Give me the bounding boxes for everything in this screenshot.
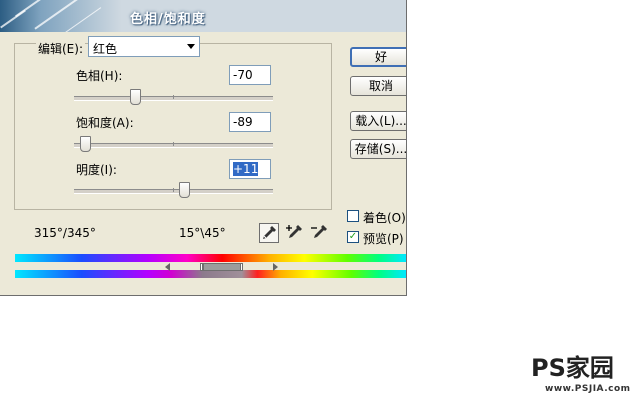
eyedropper-minus-icon[interactable] xyxy=(311,223,331,243)
title-bar[interactable]: 色相/饱和度 xyxy=(0,0,406,32)
saturation-value: -89 xyxy=(233,115,253,129)
range-selection-bar[interactable] xyxy=(203,263,241,271)
range-left-readout: 315°/345° xyxy=(34,226,96,240)
eyedropper-glyph xyxy=(263,226,276,239)
hue-saturation-dialog: 色相/饱和度 编辑(E): 红色 色相(H): -70 饱和度(A): -89 … xyxy=(0,0,407,296)
hue-slider-thumb[interactable] xyxy=(129,89,141,105)
ok-button[interactable]: 好 xyxy=(350,47,406,67)
saturation-slider-thumb[interactable] xyxy=(79,136,91,152)
save-button[interactable]: 存储(S)... xyxy=(350,139,406,159)
eyedropper-icon[interactable] xyxy=(259,223,279,243)
edit-channel-select[interactable]: 红色 xyxy=(88,36,200,57)
watermark-url: www.PSJIA.com xyxy=(545,384,631,394)
load-button[interactable]: 载入(L)... xyxy=(350,111,406,131)
eyedropper-plus-glyph xyxy=(286,225,302,238)
lightness-center-tick xyxy=(173,188,174,192)
cancel-button[interactable]: 取消 xyxy=(350,76,406,96)
lightness-slider-thumb[interactable] xyxy=(179,182,191,198)
lightness-label: 明度(I): xyxy=(76,163,117,177)
colorize-checkbox[interactable] xyxy=(347,210,359,222)
eyedropper-minus-glyph xyxy=(311,225,327,238)
input-spectrum-bar xyxy=(15,254,406,262)
preview-label: 预览(P) xyxy=(363,232,404,246)
saturation-input[interactable]: -89 xyxy=(229,112,271,132)
lightness-input[interactable]: +11 xyxy=(229,159,271,179)
hue-label: 色相(H): xyxy=(76,69,123,83)
range-end-handle[interactable] xyxy=(240,263,243,271)
hue-value: -70 xyxy=(233,68,253,82)
range-falloff-right-handle[interactable] xyxy=(273,263,278,271)
edit-label: 编辑(E): xyxy=(36,40,85,57)
window-title: 色相/饱和度 xyxy=(130,12,206,27)
title-decoration xyxy=(63,7,102,32)
edit-channel-value: 红色 xyxy=(93,42,118,56)
watermark-text: PS家园 xyxy=(531,354,614,382)
hue-center-tick xyxy=(173,95,174,99)
title-decoration xyxy=(0,9,26,29)
saturation-label: 饱和度(A): xyxy=(76,116,134,130)
edit-group xyxy=(14,43,332,210)
lightness-value: +11 xyxy=(233,162,259,176)
hue-input[interactable]: -70 xyxy=(229,65,271,85)
saturation-center-tick xyxy=(173,142,174,146)
eyedropper-plus-icon[interactable] xyxy=(286,223,306,243)
preview-checkbox[interactable]: ✓ xyxy=(347,231,359,243)
chevron-down-icon xyxy=(187,44,195,49)
range-right-readout: 15°\45° xyxy=(179,226,226,240)
colorize-label: 着色(O) xyxy=(363,211,406,225)
output-spectrum-bar xyxy=(15,270,406,278)
range-falloff-left-handle[interactable] xyxy=(165,263,170,271)
